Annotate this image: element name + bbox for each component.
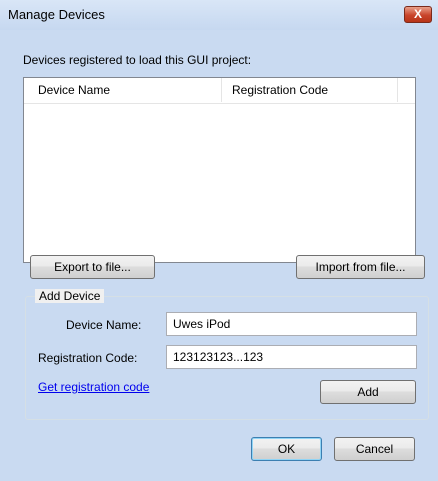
column-registration-code[interactable]: Registration Code <box>222 78 398 102</box>
devices-description: Devices registered to load this GUI proj… <box>23 53 252 67</box>
registration-code-field[interactable]: 123123123...123 <box>166 345 417 369</box>
close-icon: X <box>413 7 422 21</box>
registration-code-label: Registration Code: <box>38 351 138 365</box>
add-device-group-title: Add Device <box>35 289 105 303</box>
import-from-file-button[interactable]: Import from file... <box>296 255 425 279</box>
devices-list[interactable]: Device Name Registration Code <box>23 77 416 263</box>
close-button[interactable]: X <box>404 6 432 23</box>
list-header: Device Name Registration Code <box>24 78 415 104</box>
window-title: Manage Devices <box>8 7 105 22</box>
add-button[interactable]: Add <box>320 380 416 404</box>
export-to-file-button[interactable]: Export to file... <box>30 255 155 279</box>
title-bar[interactable]: Manage Devices X <box>0 0 438 30</box>
cancel-button[interactable]: Cancel <box>334 437 415 461</box>
device-name-field[interactable]: Uwes iPod <box>166 312 417 336</box>
device-name-label: Device Name: <box>66 318 142 332</box>
get-registration-code-link[interactable]: Get registration code <box>38 380 149 394</box>
column-device-name[interactable]: Device Name <box>24 78 222 102</box>
ok-button[interactable]: OK <box>251 437 322 461</box>
